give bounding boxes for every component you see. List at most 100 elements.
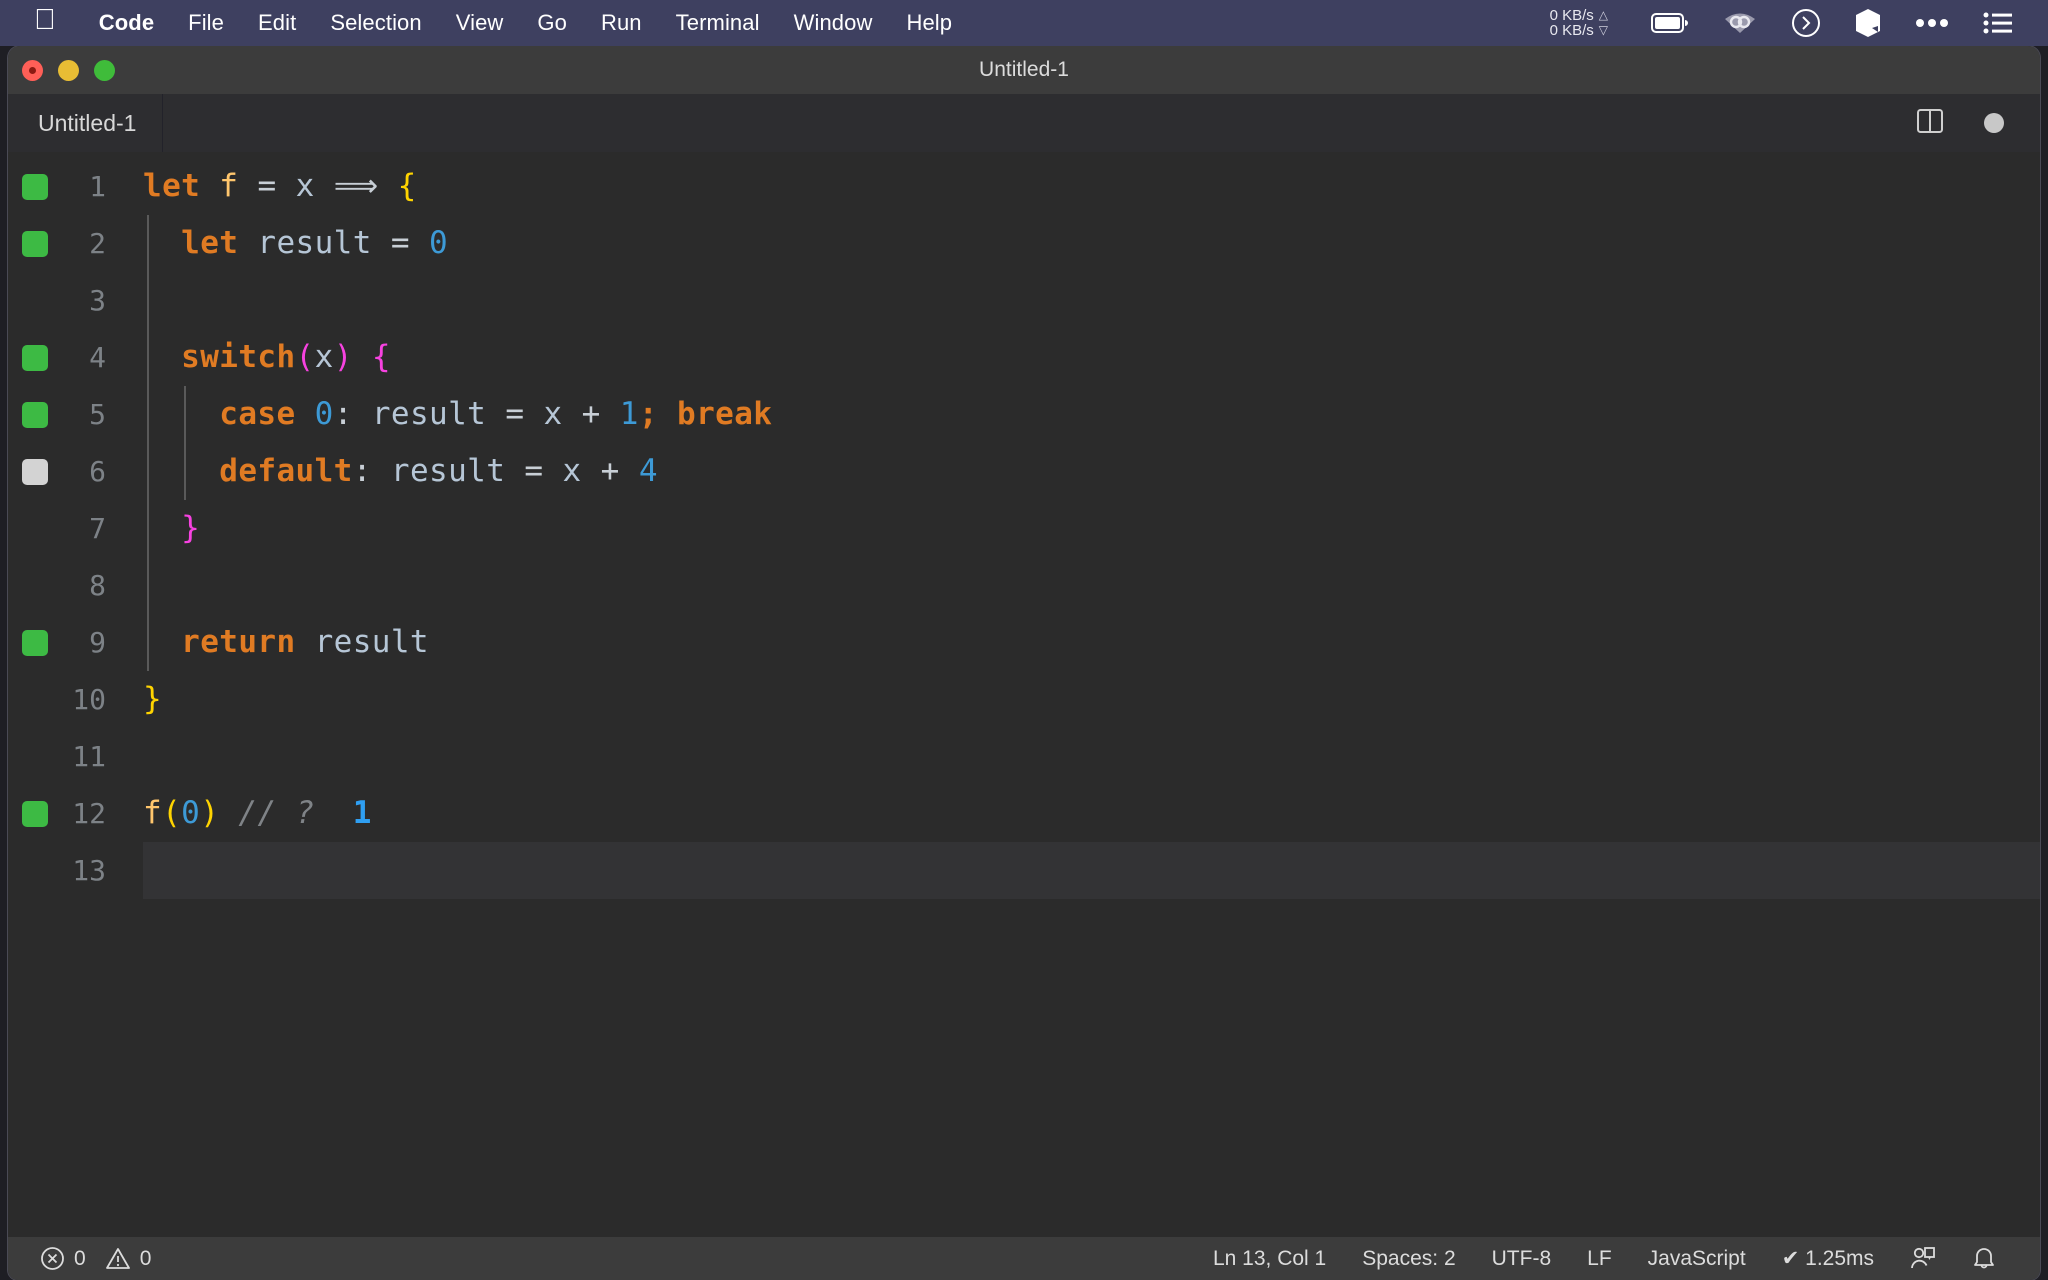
shortcuts-icon[interactable] [1855, 8, 1881, 38]
maximize-button[interactable] [94, 60, 115, 81]
code-line-8[interactable]: 8 [8, 557, 2040, 614]
code-line-10[interactable]: 10} [8, 671, 2040, 728]
language-mode[interactable]: JavaScript [1630, 1247, 1764, 1271]
clock-icon[interactable] [1791, 8, 1821, 38]
apple-logo-icon[interactable]:  [34, 6, 56, 35]
code-line-content[interactable]: switch(x) { [143, 329, 2040, 386]
close-button[interactable] [22, 60, 43, 81]
code-line-content[interactable]: return result [143, 614, 2040, 671]
code-line-content[interactable] [143, 728, 2040, 785]
code-line-7[interactable]: 7 } [8, 500, 2040, 557]
token-op [296, 624, 315, 660]
code-editor[interactable]: 1 let f = x ⟹ {2 let result = 034 switch(… [8, 152, 2040, 1237]
code-line-content[interactable] [143, 842, 2040, 899]
token-op [620, 453, 639, 489]
unsaved-dot-indicator[interactable] [1984, 113, 2004, 133]
warning-triangle-icon[interactable] [105, 1246, 131, 1271]
menu-item-terminal[interactable]: Terminal [659, 10, 777, 36]
token-op [505, 453, 524, 489]
network-upload-speed: 0 KB/s [1549, 7, 1594, 24]
code-line-content[interactable] [143, 272, 2040, 329]
code-line-content[interactable]: } [143, 671, 2040, 728]
notifications-bell-icon[interactable] [1954, 1246, 2014, 1272]
ellipsis-icon[interactable] [1915, 18, 1949, 28]
coverage-marker-covered [22, 629, 48, 656]
token-cmt: // ? [238, 795, 315, 831]
menu-item-selection[interactable]: Selection [313, 10, 438, 36]
code-line-content[interactable]: let result = 0 [143, 215, 2040, 272]
encoding[interactable]: UTF-8 [1474, 1247, 1570, 1271]
code-line-content[interactable]: } [143, 500, 2040, 557]
code-line-5[interactable]: 5 case 0: result = x + 1; break [8, 386, 2040, 443]
code-line-6[interactable]: 6 default: result = x + 4 [8, 443, 2040, 500]
menu-item-go[interactable]: Go [520, 10, 584, 36]
code-tokens: switch(x) { [143, 329, 391, 386]
token-punc: ; [638, 396, 658, 432]
token-op [315, 795, 353, 831]
token-op [277, 168, 296, 204]
code-line-11[interactable]: 11 [8, 728, 2040, 785]
menu-item-file[interactable]: File [171, 10, 241, 36]
token-op: = [390, 225, 410, 261]
code-line-content[interactable] [143, 557, 2040, 614]
indent-guide [184, 386, 186, 443]
code-line-1[interactable]: 1 let f = x ⟹ { [8, 158, 2040, 215]
indent-guide [147, 329, 149, 386]
editor-tabbar: Untitled-1 [8, 94, 2040, 152]
line-number: 13 [72, 854, 106, 887]
code-line-4[interactable]: 4 switch(x) { [8, 329, 2040, 386]
tab-untitled-1[interactable]: Untitled-1 [8, 94, 164, 152]
code-line-content[interactable]: f(0) // ? 1 [143, 785, 2040, 842]
error-circle-icon[interactable] [40, 1246, 65, 1271]
control-center-icon[interactable] [1983, 11, 2013, 35]
code-line-content[interactable]: default: result = x + 4 [143, 443, 2040, 500]
remote-account-icon[interactable] [1892, 1246, 1954, 1272]
macos-menubar:  CodeFileEditSelectionViewGoRunTerminal… [0, 0, 2048, 46]
token-fn: f [219, 168, 239, 204]
split-editor-icon[interactable] [1916, 107, 1944, 140]
menu-item-window[interactable]: Window [777, 10, 890, 36]
code-line-12[interactable]: 12 f(0) // ? 1 [8, 785, 2040, 842]
indent-guide [147, 272, 149, 329]
traffic-lights [22, 60, 115, 81]
cursor-position[interactable]: Ln 13, Col 1 [1195, 1247, 1344, 1271]
network-speed-indicator[interactable]: 0 KB/s 0 KB/s △ ▽ [1550, 8, 1608, 38]
menu-item-help[interactable]: Help [889, 10, 969, 36]
code-line-13[interactable]: 13 [8, 842, 2040, 899]
menu-item-edit[interactable]: Edit [241, 10, 313, 36]
battery-icon[interactable] [1651, 13, 1689, 33]
token-op: = [257, 168, 277, 204]
code-tokens: } [143, 671, 162, 728]
menu-item-run[interactable]: Run [584, 10, 659, 36]
code-line-2[interactable]: 2 let result = 0 [8, 215, 2040, 272]
code-line-content[interactable]: case 0: result = x + 1; break [143, 386, 2040, 443]
minimize-button[interactable] [58, 60, 79, 81]
menu-item-view[interactable]: View [439, 10, 521, 36]
code-tokens: } [143, 500, 200, 557]
token-op [315, 168, 334, 204]
code-line-content[interactable]: let f = x ⟹ { [143, 158, 2040, 215]
indent-guide [147, 500, 149, 557]
indent-guide [184, 443, 186, 500]
upload-arrow-icon: △ [1598, 8, 1608, 22]
indentation[interactable]: Spaces: 2 [1344, 1247, 1473, 1271]
token-op [372, 225, 391, 261]
token-var: x [314, 339, 334, 375]
token-op: ⟹ [333, 168, 379, 204]
error-count[interactable]: 0 [74, 1247, 86, 1271]
run-time-status[interactable]: ✔ 1.25ms [1764, 1246, 1892, 1271]
code-line-3[interactable]: 3 [8, 272, 2040, 329]
end-of-line[interactable]: LF [1569, 1247, 1630, 1271]
token-op [410, 225, 429, 261]
token-var: x [295, 168, 315, 204]
code-lines-container: 1 let f = x ⟹ {2 let result = 034 switch(… [8, 152, 2040, 899]
wifi-icon[interactable] [1723, 11, 1757, 35]
menu-item-code[interactable]: Code [82, 10, 171, 36]
token-kw: case [219, 396, 296, 432]
code-line-9[interactable]: 9 return result [8, 614, 2040, 671]
token-br2: ) [333, 339, 353, 375]
warning-count[interactable]: 0 [140, 1247, 152, 1271]
token-fn: f [143, 795, 163, 831]
token-kw: break [677, 396, 773, 432]
code-tokens: let result = 0 [143, 215, 448, 272]
